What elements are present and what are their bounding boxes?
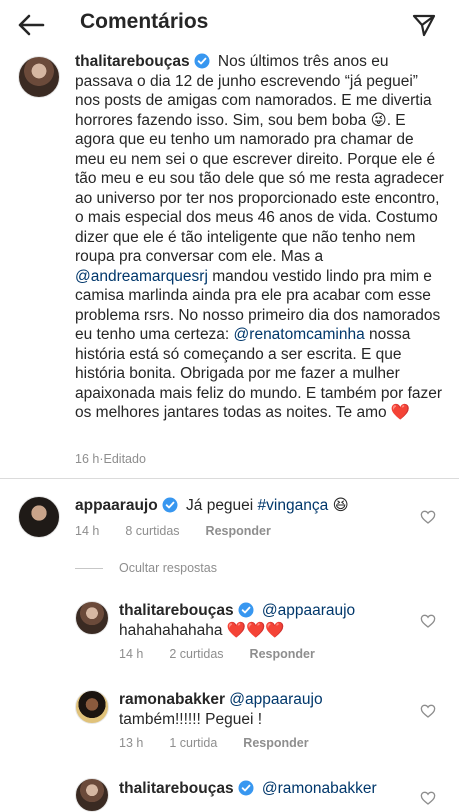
mention-link[interactable]: @renatomcaminha: [234, 326, 365, 343]
reply-text: thalitarebouças @ramonabakker: [119, 779, 419, 799]
laughing-emoji: 😆: [332, 497, 349, 514]
caption-username[interactable]: thalitarebouças: [75, 53, 190, 70]
comment-body: Já peguei: [186, 497, 258, 514]
heart-outline-icon[interactable]: [420, 509, 436, 525]
caption-time: 16 h: [75, 452, 100, 466]
back-button[interactable]: [14, 8, 48, 42]
avatar[interactable]: [75, 690, 109, 724]
hide-replies-button[interactable]: Ocultar respostas: [75, 561, 217, 575]
reply-username[interactable]: thalitarebouças: [119, 780, 234, 797]
red-heart-emoji: ❤️: [390, 404, 411, 421]
caption-text-2: . E agora que eu tenho um namorado pra c…: [75, 111, 444, 266]
avatar[interactable]: [75, 601, 109, 635]
reply-text: ramonabakker @appaaraujo também!!!!!! Pe…: [119, 690, 419, 730]
arrow-left-icon: [18, 14, 45, 36]
mention-link[interactable]: @ramonabakker: [262, 780, 377, 797]
verified-badge-icon: [238, 780, 254, 796]
avatar[interactable]: [18, 56, 60, 98]
reply-meta: 13 h 1 curtida Responder: [119, 736, 309, 750]
hide-replies-line: [75, 567, 103, 569]
page-title: Comentários: [80, 10, 209, 33]
reply-button[interactable]: Responder: [243, 736, 308, 750]
comment-meta: 14 h 8 curtidas Responder: [75, 524, 271, 538]
reply-button[interactable]: Responder: [206, 524, 271, 538]
reply-username[interactable]: thalitarebouças: [119, 602, 234, 619]
reply-time: 13 h: [119, 736, 144, 750]
reply-time: 14 h: [119, 647, 144, 661]
verified-badge-icon: [238, 602, 254, 618]
reply-text: thalitarebouças @appaaraujo hahahahahaha…: [119, 601, 419, 641]
red-hearts-emoji: ❤️❤️❤️: [226, 622, 285, 639]
reply-body: hahahahahaha: [119, 622, 227, 639]
like-count[interactable]: 8 curtidas: [125, 524, 179, 538]
mention-link[interactable]: @appaaraujo: [229, 691, 322, 708]
reply-body: também!!!!!! Peguei !: [119, 711, 263, 728]
caption-meta: 16 h · Editado: [75, 452, 146, 466]
reply-button[interactable]: Responder: [250, 647, 315, 661]
verified-badge-icon: [194, 53, 210, 69]
edited-label: Editado: [103, 452, 146, 466]
verified-badge-icon: [162, 497, 178, 513]
hashtag-link[interactable]: #vingança: [258, 497, 329, 514]
heart-outline-icon[interactable]: [420, 613, 436, 629]
comment-time: 14 h: [75, 524, 100, 538]
like-count[interactable]: 2 curtidas: [169, 647, 223, 661]
reply-meta: 14 h 2 curtidas Responder: [119, 647, 315, 661]
winking-tongue-emoji: 😜: [370, 111, 387, 129]
like-count[interactable]: 1 curtida: [169, 736, 217, 750]
paper-plane-icon: [412, 14, 436, 37]
post-caption: thalitarebouças Nos últimos três anos eu…: [75, 52, 447, 423]
avatar[interactable]: [18, 496, 60, 538]
divider: [0, 478, 459, 479]
comment-username[interactable]: appaaraujo: [75, 497, 158, 514]
heart-outline-icon[interactable]: [420, 790, 436, 806]
mention-link[interactable]: @andreamarquesrj: [75, 268, 208, 285]
top-bar: Comentários: [0, 0, 459, 50]
avatar[interactable]: [75, 778, 109, 812]
heart-outline-icon[interactable]: [420, 703, 436, 719]
mention-link[interactable]: @appaaraujo: [262, 602, 355, 619]
send-button[interactable]: [409, 10, 439, 40]
hide-replies-label: Ocultar respostas: [119, 561, 217, 575]
reply-username[interactable]: ramonabakker: [119, 691, 225, 708]
comment-text: appaaraujo Já peguei #vingança 😆: [75, 496, 415, 516]
